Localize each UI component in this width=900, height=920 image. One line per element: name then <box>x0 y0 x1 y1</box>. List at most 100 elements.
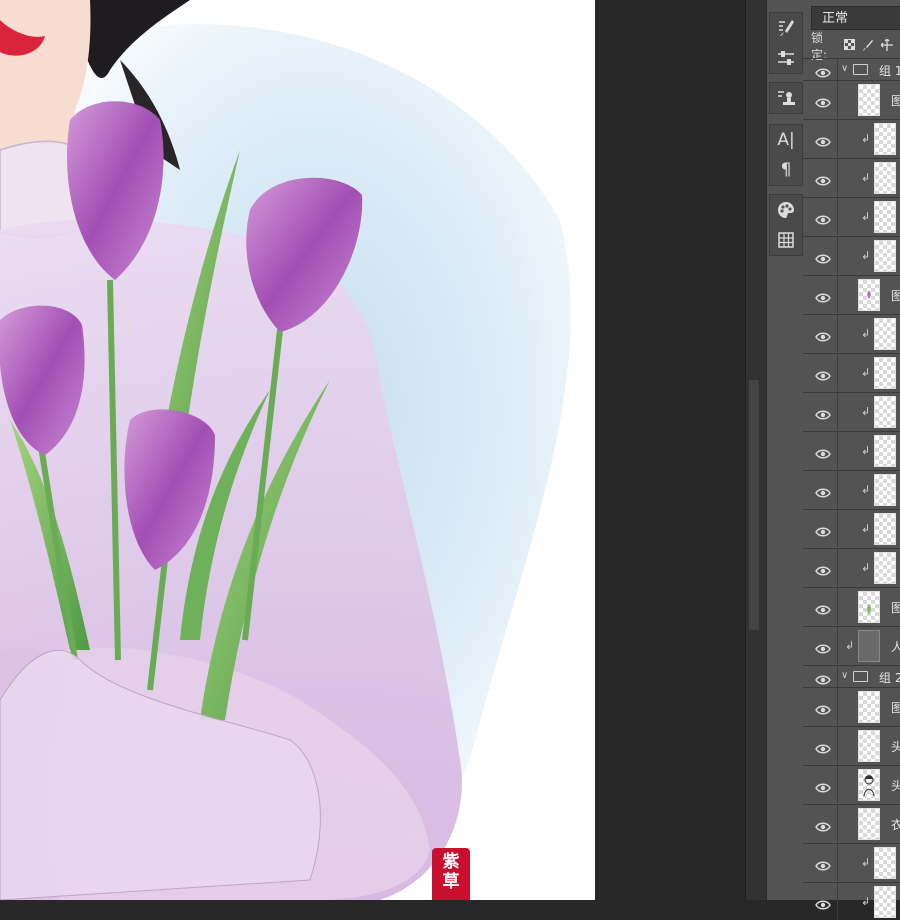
document-canvas[interactable]: 紫草 <box>0 0 595 900</box>
layer-row[interactable]: 衣 <box>803 804 900 842</box>
layer-thumbnail[interactable] <box>858 278 880 311</box>
visibility-eye-icon[interactable] <box>815 289 831 302</box>
visibility-eye-icon[interactable] <box>815 640 831 653</box>
column-divider <box>837 883 838 920</box>
column-divider <box>837 588 838 625</box>
column-divider <box>837 276 838 313</box>
layer-thumbnail[interactable] <box>858 807 880 840</box>
paragraph-icon[interactable]: ¶ <box>770 155 802 185</box>
column-divider <box>837 237 838 274</box>
panel-scrollbar-thumb[interactable] <box>749 380 759 630</box>
visibility-eye-icon[interactable] <box>815 601 831 614</box>
layer-row[interactable]: 头 <box>803 765 900 803</box>
layer-thumbnail[interactable] <box>874 122 896 155</box>
layer-row[interactable]: ↲ <box>803 882 900 920</box>
visibility-eye-icon[interactable] <box>815 64 831 77</box>
lock-position-icon[interactable] <box>880 38 893 54</box>
column-divider <box>837 549 838 586</box>
layer-row[interactable]: 图 <box>803 80 900 118</box>
layer-thumbnail[interactable] <box>874 239 896 272</box>
layer-row[interactable]: ↲ <box>803 843 900 881</box>
group-name: 组 1 <box>879 63 900 78</box>
layer-group-row[interactable]: ∨ 组 1 <box>803 58 900 80</box>
layer-row[interactable]: ↲ <box>803 236 900 274</box>
layer-row[interactable]: ↲ <box>803 470 900 508</box>
layer-row[interactable]: ↲ 人 <box>803 626 900 664</box>
visibility-eye-icon[interactable] <box>815 250 831 263</box>
visibility-eye-icon[interactable] <box>815 172 831 185</box>
layer-row[interactable]: ↲ <box>803 119 900 157</box>
visibility-eye-icon[interactable] <box>815 740 831 753</box>
swatches-icon[interactable] <box>770 195 802 225</box>
visibility-eye-icon[interactable] <box>815 328 831 341</box>
visibility-eye-icon[interactable] <box>815 896 831 909</box>
layer-row[interactable]: ↲ <box>803 197 900 235</box>
visibility-eye-icon[interactable] <box>815 133 831 146</box>
visibility-eye-icon[interactable] <box>815 484 831 497</box>
brush-presets-icon[interactable] <box>770 43 802 73</box>
layer-thumbnail[interactable] <box>858 590 880 623</box>
layer-row[interactable]: 头 <box>803 726 900 764</box>
layer-thumbnail[interactable] <box>874 846 896 879</box>
layer-row[interactable]: 图 <box>803 587 900 625</box>
layer-thumbnail[interactable] <box>858 690 880 723</box>
layer-thumbnail[interactable] <box>858 629 880 662</box>
layer-thumbnail[interactable] <box>874 317 896 350</box>
brush-settings-icon[interactable] <box>770 13 802 43</box>
visibility-eye-icon[interactable] <box>815 562 831 575</box>
visibility-eye-icon[interactable] <box>815 367 831 380</box>
column-divider <box>837 393 838 430</box>
layer-row[interactable]: ↲ <box>803 158 900 196</box>
blend-mode-select[interactable]: 正常 <box>811 6 900 30</box>
visibility-eye-icon[interactable] <box>815 818 831 831</box>
layer-thumbnail[interactable] <box>858 729 880 762</box>
layer-thumbnail[interactable] <box>858 83 880 116</box>
layer-row[interactable]: ↲ <box>803 509 900 547</box>
character-icon[interactable]: A| <box>770 125 802 155</box>
layer-thumbnail[interactable] <box>874 434 896 467</box>
visibility-eye-icon[interactable] <box>815 857 831 870</box>
layer-row[interactable]: ↲ <box>803 314 900 352</box>
group-expand-chevron-icon[interactable]: ∨ <box>841 63 848 74</box>
visibility-eye-icon[interactable] <box>815 94 831 107</box>
layer-name: 衣 <box>891 817 900 832</box>
clipping-mask-arrow-icon: ↲ <box>861 404 871 418</box>
layer-thumbnail[interactable] <box>874 161 896 194</box>
lock-transparent-pixels-icon[interactable] <box>844 39 855 53</box>
lock-row: 锁定: <box>811 31 900 62</box>
column-divider <box>837 627 838 664</box>
layers-panel: 正常 锁定: ∨ 组 1 图 ↲ ↲ ↲ ↲ 图 ↲ ↲ ↲ ↲ ↲ ↲ ↲ 图 ↲ 人 ∨ 组 2 图头头衣 ↲ ↲ <box>803 0 900 920</box>
layer-group-row[interactable]: ∨ 组 2 <box>803 665 900 687</box>
layer-name: 图 <box>891 93 900 108</box>
layer-thumbnail[interactable] <box>858 768 880 801</box>
layer-thumbnail[interactable] <box>874 551 896 584</box>
visibility-eye-icon[interactable] <box>815 779 831 792</box>
layer-thumbnail[interactable] <box>874 200 896 233</box>
layer-row[interactable]: ↲ <box>803 431 900 469</box>
layer-row[interactable]: ↲ <box>803 392 900 430</box>
column-divider <box>837 198 838 235</box>
visibility-eye-icon[interactable] <box>815 671 831 684</box>
layer-thumbnail[interactable] <box>874 885 896 918</box>
column-divider <box>837 688 838 725</box>
layer-row[interactable]: 图 <box>803 687 900 725</box>
clipping-mask-arrow-icon: ↲ <box>861 326 871 340</box>
clone-source-icon[interactable] <box>770 83 802 113</box>
clipping-mask-arrow-icon: ↲ <box>861 482 871 496</box>
visibility-eye-icon[interactable] <box>815 445 831 458</box>
layer-row[interactable]: 图 <box>803 275 900 313</box>
layer-thumbnail[interactable] <box>874 512 896 545</box>
lock-image-pixels-icon[interactable] <box>862 39 874 54</box>
visibility-eye-icon[interactable] <box>815 406 831 419</box>
visibility-eye-icon[interactable] <box>815 211 831 224</box>
folder-icon <box>853 64 868 75</box>
layer-row[interactable]: ↲ <box>803 548 900 586</box>
layer-row[interactable]: ↲ <box>803 353 900 391</box>
layer-thumbnail[interactable] <box>874 395 896 428</box>
visibility-eye-icon[interactable] <box>815 701 831 714</box>
visibility-eye-icon[interactable] <box>815 523 831 536</box>
layer-thumbnail[interactable] <box>874 473 896 506</box>
group-expand-chevron-icon[interactable]: ∨ <box>841 670 848 681</box>
layer-thumbnail[interactable] <box>874 356 896 389</box>
table-grid-icon[interactable] <box>770 225 802 255</box>
